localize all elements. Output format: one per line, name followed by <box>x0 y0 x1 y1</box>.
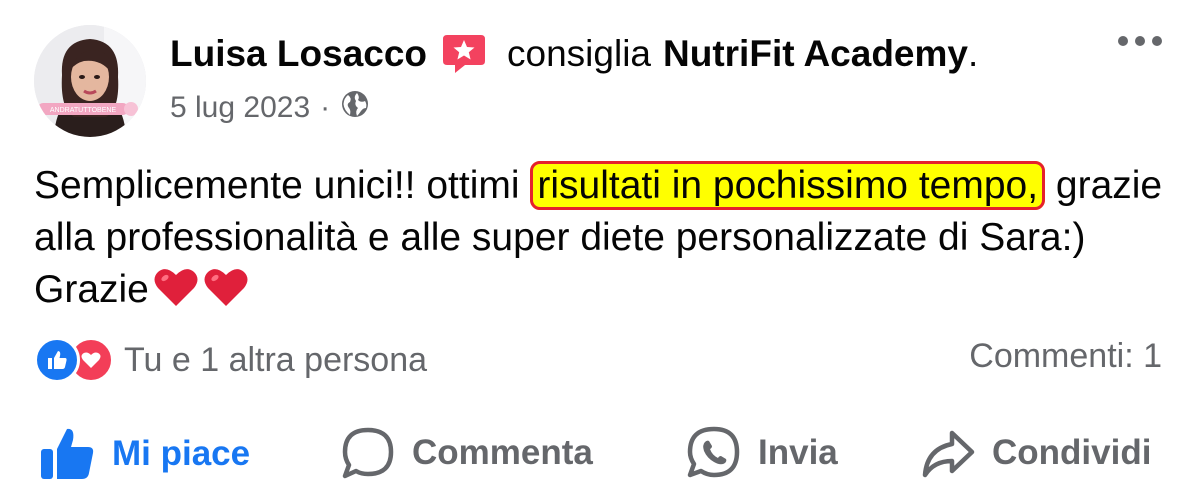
post-text-start: Semplicemente unici!! ottimi <box>34 164 531 207</box>
comment-bubble-icon <box>342 427 394 479</box>
heart-emoji-icon <box>203 266 249 322</box>
send-button[interactable]: Invia <box>686 425 838 481</box>
comments-count[interactable]: Commenti: 1 <box>969 337 1162 376</box>
author-name[interactable]: Luisa Losacco <box>170 33 427 75</box>
more-dot-icon <box>1152 36 1162 46</box>
comment-button[interactable]: Commenta <box>340 425 593 481</box>
action-bar: Mi piace Commenta Invia Condividi <box>0 425 1200 485</box>
whatsapp-icon <box>687 426 740 478</box>
share-arrow-icon <box>922 430 975 478</box>
heart-emoji-icon <box>153 266 199 322</box>
recommendation-verb: consiglia <box>507 33 652 74</box>
thumbs-up-icon <box>41 428 94 479</box>
post-meta: 5 lug 2023 · <box>170 89 370 127</box>
like-button[interactable]: Mi piace <box>38 425 250 483</box>
reactions-text: Tu e 1 altra persona <box>124 340 428 379</box>
like-label: Mi piace <box>112 434 251 473</box>
highlighted-text: risultati in pochissimo tempo, <box>530 161 1046 210</box>
comment-label: Commenta <box>412 433 593 472</box>
like-reaction-icon <box>34 337 80 383</box>
author-avatar[interactable]: ANDRATUTTOBENE <box>34 25 146 137</box>
post-text: Semplicemente unici!! ottimi risultati i… <box>34 160 1184 322</box>
more-dot-icon <box>1118 36 1128 46</box>
post-date[interactable]: 5 lug 2023 <box>170 91 310 125</box>
header-period: . <box>967 33 979 74</box>
more-options-button[interactable] <box>1118 36 1162 46</box>
send-label: Invia <box>758 433 838 472</box>
page-link[interactable]: NutriFit Academy <box>663 33 968 75</box>
globe-icon[interactable] <box>340 89 370 127</box>
more-dot-icon <box>1135 36 1145 46</box>
share-label: Condividi <box>992 433 1152 472</box>
post-header: Luisa Losacco consiglia NutriFit Academy… <box>170 33 978 75</box>
reactions-summary[interactable]: Tu e 1 altra persona <box>34 337 427 383</box>
meta-separator: · <box>320 91 331 124</box>
avatar-caption: ANDRATUTTOBENE <box>50 107 117 114</box>
avatar-photo: ANDRATUTTOBENE <box>34 25 146 137</box>
share-button[interactable]: Condividi <box>920 425 1151 481</box>
recommendation-icon <box>441 33 487 75</box>
